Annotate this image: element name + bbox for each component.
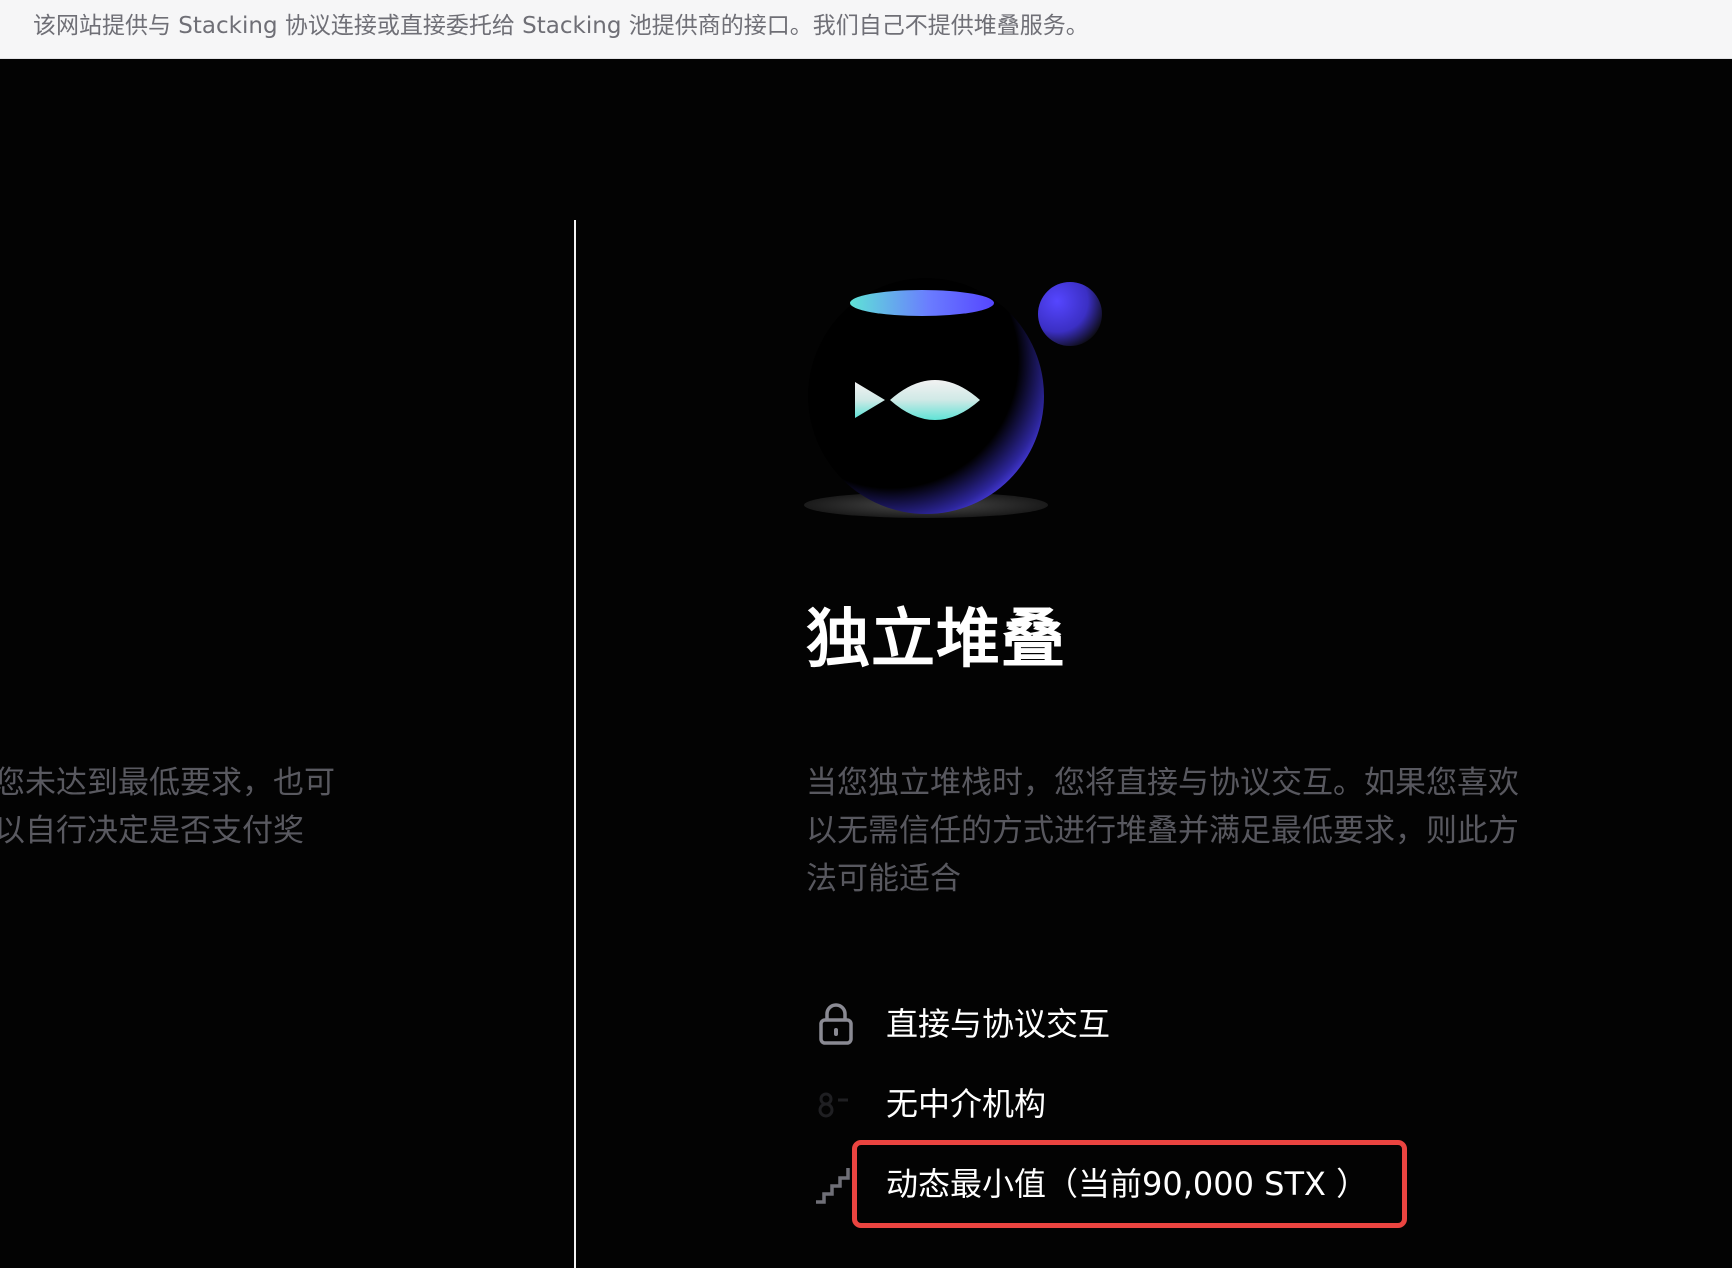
info-banner: 该网站提供与 Stacking 协议连接或直接委托给 Stacking 池提供商… <box>0 0 1732 59</box>
feature-direct-interaction: 直接与协议交互 <box>806 994 1506 1054</box>
feature-label: 无中介机构 <box>886 1085 1047 1123</box>
stacking-description: 当您独立堆栈时，您将直接与协议交互。如果您喜欢 以无需信任的方式进行堆叠并满足最… <box>806 759 1546 903</box>
description-line: 以无需信任的方式进行堆叠并满足最低要求，则此方 <box>806 813 1519 849</box>
highlight-annotation <box>852 1140 1407 1228</box>
stacking-orb-illustration <box>804 278 1102 518</box>
lock-icon <box>819 1003 853 1045</box>
description-line: 法可能适合 <box>806 861 961 897</box>
pooled-stacking-description: 您未达到最低要求，也可 以自行决定是否支付奖 <box>0 759 354 855</box>
no-intermediary-icon <box>818 1092 848 1118</box>
panel-divider <box>574 220 576 1268</box>
description-line: 当您独立堆栈时，您将直接与协议交互。如果您喜欢 <box>806 765 1519 801</box>
description-line: 您未达到最低要求，也可 <box>0 765 335 801</box>
page: 该网站提供与 Stacking 协议连接或直接委托给 Stacking 池提供商… <box>0 0 1732 1268</box>
info-banner-text: 该网站提供与 Stacking 协议连接或直接委托给 Stacking 池提供商… <box>33 13 1089 39</box>
feature-label: 直接与协议交互 <box>886 1005 1111 1043</box>
description-line: 以自行决定是否支付奖 <box>0 813 304 849</box>
feature-no-intermediary: 无中介机构 <box>806 1074 1506 1134</box>
page-title: 独立堆叠 <box>806 603 1066 677</box>
